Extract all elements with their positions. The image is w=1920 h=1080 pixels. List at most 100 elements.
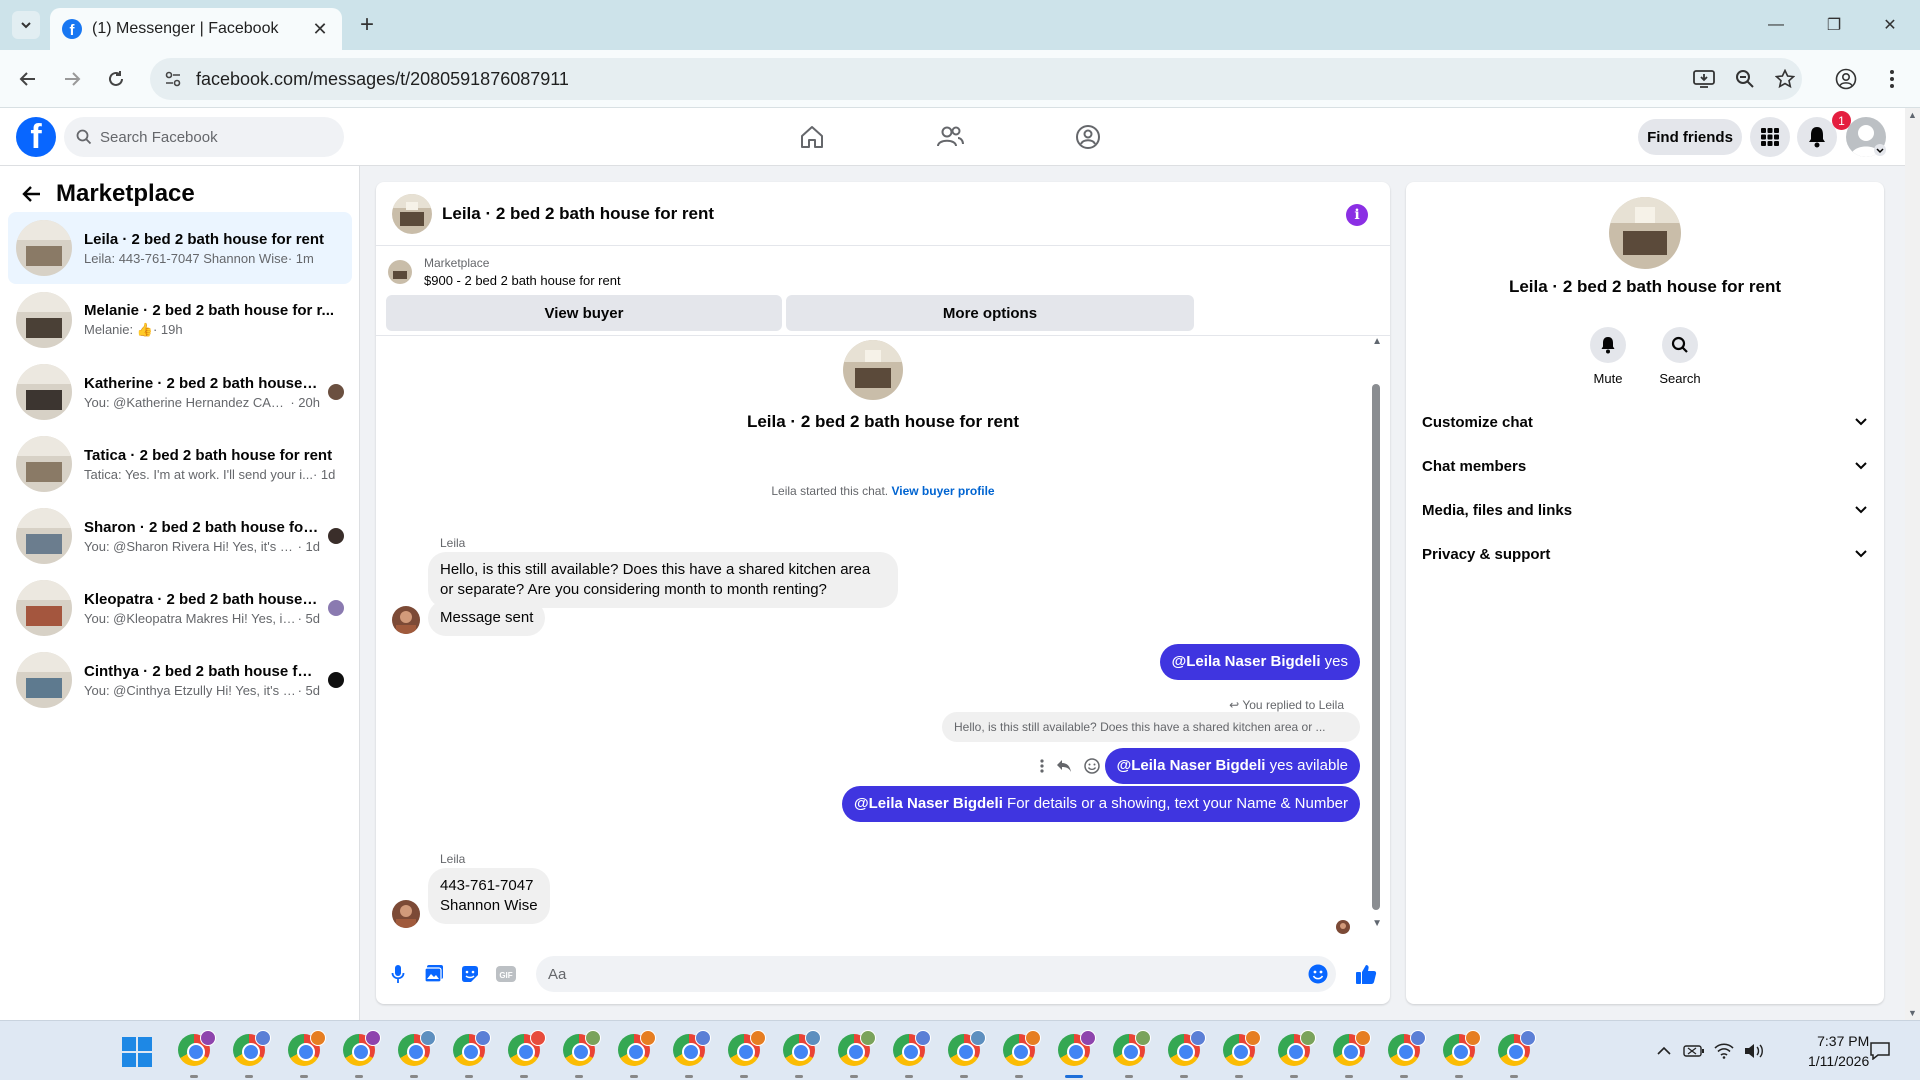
- conversation-item[interactable]: Katherine · 2 bed 2 bath house f... You: …: [8, 356, 352, 428]
- search-conversation-button[interactable]: Search: [1650, 327, 1710, 386]
- chrome-profile-icon[interactable]: [1113, 1030, 1151, 1066]
- emoji-icon[interactable]: [1306, 962, 1330, 986]
- scroll-down-arrow-icon[interactable]: ▼: [1372, 918, 1382, 929]
- chrome-profile-icon[interactable]: [893, 1030, 931, 1066]
- incoming-message[interactable]: 443-761-7047 Shannon Wise: [428, 868, 550, 924]
- conversation-item[interactable]: Leila · 2 bed 2 bath house for rent Leila…: [8, 212, 352, 284]
- chrome-profile-icon[interactable]: [1058, 1030, 1096, 1066]
- outgoing-message[interactable]: @Leila Naser Bigdeli yes avilable: [1104, 748, 1360, 784]
- mention[interactable]: @Leila Naser Bigdeli: [1117, 757, 1266, 774]
- chrome-profile-icon[interactable]: [783, 1030, 821, 1066]
- address-bar[interactable]: facebook.com/messages/t/2080591876087911: [150, 58, 1802, 100]
- more-vertical-icon[interactable]: [1040, 759, 1044, 773]
- chrome-profile-icon[interactable]: [1333, 1030, 1371, 1066]
- install-app-icon[interactable]: [1692, 67, 1716, 91]
- friends-nav-button[interactable]: [930, 117, 970, 157]
- battery-icon[interactable]: [1682, 1039, 1706, 1063]
- chrome-profile-icon[interactable]: [453, 1030, 491, 1066]
- message-input[interactable]: Aa: [536, 956, 1336, 992]
- bookmark-star-icon[interactable]: [1773, 67, 1797, 91]
- photo-icon[interactable]: [422, 962, 446, 986]
- chrome-profile-icon[interactable]: [233, 1030, 271, 1066]
- chrome-profile-icon[interactable]: [1168, 1030, 1206, 1066]
- zoom-icon[interactable]: [1733, 67, 1757, 91]
- find-friends-button[interactable]: Find friends: [1638, 119, 1742, 155]
- groups-nav-button[interactable]: [1068, 117, 1108, 157]
- chat-header-avatar[interactable]: [392, 193, 432, 234]
- facebook-logo-icon[interactable]: f: [16, 117, 56, 157]
- chrome-profile-icon[interactable]: [1223, 1030, 1261, 1066]
- back-arrow-icon[interactable]: [20, 182, 44, 206]
- chrome-profile-icon[interactable]: [508, 1030, 546, 1066]
- info-icon[interactable]: i: [1346, 204, 1368, 226]
- mute-button[interactable]: Mute: [1578, 327, 1638, 386]
- chrome-profile-icon[interactable]: [618, 1030, 656, 1066]
- home-nav-button[interactable]: [792, 117, 832, 157]
- conversation-item[interactable]: Kleopatra · 2 bed 2 bath house f... You: …: [8, 572, 352, 644]
- conversation-item[interactable]: Sharon · 2 bed 2 bath house for ... You: …: [8, 500, 352, 572]
- page-scroll-down-icon[interactable]: ▼: [1908, 1008, 1917, 1018]
- chrome-profile-icon[interactable]: [838, 1030, 876, 1066]
- chrome-profile-icon[interactable]: [1498, 1030, 1536, 1066]
- outgoing-message[interactable]: @Leila Naser Bigdeli yes: [1159, 644, 1360, 680]
- menu-button[interactable]: [1750, 117, 1790, 157]
- react-emoji-icon[interactable]: [1084, 758, 1100, 774]
- more-options-button[interactable]: More options: [786, 295, 1194, 331]
- thread-scrollbar[interactable]: [1372, 384, 1380, 910]
- facebook-search-input[interactable]: Search Facebook: [64, 117, 344, 157]
- info-section-row[interactable]: Media, files and links: [1414, 488, 1876, 532]
- mention[interactable]: @Leila Naser Bigdeli: [1172, 653, 1321, 670]
- reply-icon[interactable]: [1056, 759, 1072, 773]
- tab-close-icon[interactable]: ✕: [310, 19, 330, 39]
- chrome-profile-icon[interactable]: [1003, 1030, 1041, 1066]
- page-scrollbar[interactable]: ▲ ▼: [1905, 108, 1920, 1020]
- microphone-icon[interactable]: [386, 962, 410, 986]
- gif-icon[interactable]: GIF: [494, 962, 518, 986]
- page-scroll-up-icon[interactable]: ▲: [1908, 110, 1917, 120]
- volume-icon[interactable]: [1742, 1039, 1766, 1063]
- conversation-item[interactable]: Tatica · 2 bed 2 bath house for rent Tati…: [8, 428, 352, 500]
- chrome-profile-icon[interactable]: [288, 1030, 326, 1066]
- conversation-item[interactable]: Melanie · 2 bed 2 bath house for r... Mel…: [8, 284, 352, 356]
- window-close-button[interactable]: ✕: [1862, 0, 1918, 50]
- chrome-profile-icon[interactable]: [563, 1030, 601, 1066]
- taskbar-clock[interactable]: 7:37 PM 1/11/2026: [1808, 1031, 1869, 1071]
- outgoing-message[interactable]: @Leila Naser Bigdeli For details or a sh…: [842, 786, 1360, 822]
- chrome-profile-icon[interactable]: [398, 1030, 436, 1066]
- quoted-message[interactable]: Hello, is this still available? Does thi…: [942, 712, 1360, 742]
- notifications-button[interactable]: [1797, 117, 1837, 157]
- profile-icon[interactable]: [1834, 67, 1858, 91]
- sticker-icon[interactable]: [458, 962, 482, 986]
- forward-button[interactable]: [56, 63, 88, 95]
- reload-button[interactable]: [100, 63, 132, 95]
- restore-button[interactable]: ❐: [1806, 0, 1862, 50]
- chrome-profile-icon[interactable]: [1443, 1030, 1481, 1066]
- incoming-message[interactable]: Message sent: [428, 600, 546, 636]
- tab-list-button[interactable]: [12, 11, 40, 39]
- view-buyer-button[interactable]: View buyer: [386, 295, 782, 331]
- chrome-profile-icon[interactable]: [948, 1030, 986, 1066]
- message-thread[interactable]: Leila · 2 bed 2 bath house for rent Leil…: [376, 336, 1390, 936]
- chrome-profile-icon[interactable]: [1388, 1030, 1426, 1066]
- site-settings-icon[interactable]: [164, 70, 182, 88]
- minimize-button[interactable]: —: [1748, 0, 1804, 50]
- chrome-profile-icon[interactable]: [1278, 1030, 1316, 1066]
- listing-info[interactable]: Marketplace $900 - 2 bed 2 bath house fo…: [388, 256, 621, 288]
- browser-tab[interactable]: f (1) Messenger | Facebook ✕: [50, 8, 342, 50]
- mention[interactable]: @Leila Naser Bigdeli: [854, 795, 1003, 812]
- conversation-item[interactable]: Cinthya · 2 bed 2 bath house for... You: …: [8, 644, 352, 716]
- scroll-up-arrow-icon[interactable]: ▲: [1372, 336, 1382, 347]
- chrome-profile-icon[interactable]: [673, 1030, 711, 1066]
- view-buyer-profile-link[interactable]: View buyer profile: [891, 484, 994, 498]
- wifi-icon[interactable]: [1712, 1039, 1736, 1063]
- thumbs-up-icon[interactable]: [1354, 962, 1378, 986]
- tray-chevron-icon[interactable]: [1652, 1039, 1676, 1063]
- new-tab-button[interactable]: +: [354, 11, 380, 38]
- chrome-profile-icon[interactable]: [343, 1030, 381, 1066]
- notification-center-icon[interactable]: [1868, 1039, 1892, 1063]
- chrome-profile-icon[interactable]: [728, 1030, 766, 1066]
- windows-start-icon[interactable]: [122, 1037, 152, 1067]
- info-section-row[interactable]: Customize chat: [1414, 400, 1876, 444]
- info-section-row[interactable]: Privacy & support: [1414, 532, 1876, 576]
- browser-menu-icon[interactable]: [1880, 67, 1904, 91]
